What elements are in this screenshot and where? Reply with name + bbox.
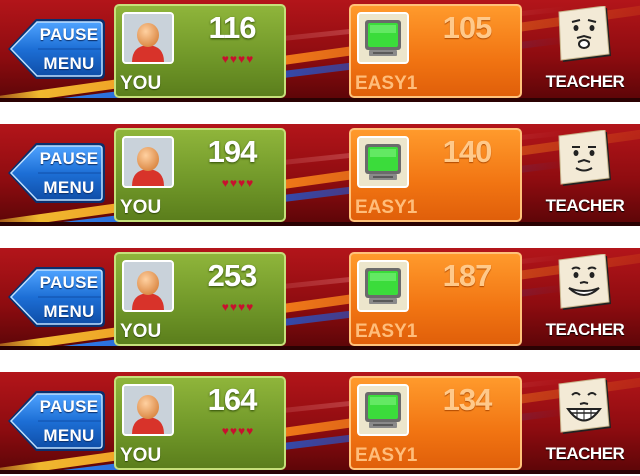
- player-name: YOU: [120, 197, 162, 218]
- opponent-name: EASY1: [355, 197, 418, 218]
- teacher-indicator: TEACHER: [545, 124, 625, 224]
- teacher-label: TEACHER: [545, 72, 625, 91]
- game-hud: PAUSE MENU 164 ♥♥♥♥ YOU 134 EASY1 TEACHE…: [0, 372, 640, 474]
- paper-face-icon: [558, 254, 611, 310]
- heart-icon: ♥: [221, 300, 230, 314]
- teacher-indicator: TEACHER: [545, 248, 625, 348]
- heart-icon: ♥: [229, 176, 238, 190]
- opponent-name: EASY1: [355, 321, 418, 342]
- opponent-score-panel: 187 EASY1: [349, 252, 522, 346]
- player-avatar: [122, 384, 174, 436]
- player-avatar: [122, 260, 174, 312]
- player-score-panel: 253 ♥♥♥♥ YOU: [114, 252, 286, 346]
- lives-hearts: ♥♥♥♥: [208, 176, 268, 190]
- opponent-avatar: [357, 384, 409, 436]
- pause-label: PAUSE: [39, 149, 99, 168]
- pause-label: PAUSE: [39, 397, 99, 416]
- game-hud: PAUSE MENU 194 ♥♥♥♥ YOU 140 EASY1 TEACHE…: [0, 124, 640, 226]
- paper-face-icon: [558, 6, 611, 62]
- heart-icon: ♥: [221, 176, 230, 190]
- computer-monitor-icon: [359, 262, 407, 310]
- player-score: 194: [207, 134, 258, 169]
- opponent-score-panel: 134 EASY1: [349, 376, 522, 470]
- person-avatar-icon: [124, 138, 172, 186]
- game-hud: PAUSE MENU 253 ♥♥♥♥ YOU 187 EASY1 TEACHE…: [0, 248, 640, 350]
- heart-icon: ♥: [238, 176, 247, 190]
- opponent-score: 140: [442, 134, 493, 169]
- pause-menu-button[interactable]: PAUSE MENU: [6, 140, 106, 206]
- opponent-avatar: [357, 12, 409, 64]
- heart-icon: ♥: [229, 300, 238, 314]
- computer-monitor-icon: [359, 138, 407, 186]
- player-score-panel: 116 ♥♥♥♥ YOU: [114, 4, 286, 98]
- player-score: 164: [207, 382, 258, 417]
- player-name: YOU: [120, 321, 162, 342]
- opponent-name: EASY1: [355, 445, 418, 466]
- lives-hearts: ♥♥♥♥: [208, 300, 268, 314]
- lives-hearts: ♥♥♥♥: [208, 52, 268, 66]
- heart-icon: ♥: [221, 52, 230, 66]
- player-avatar: [122, 136, 174, 188]
- heart-icon: ♥: [246, 424, 255, 438]
- hud-bottom-edge: [0, 222, 640, 226]
- heart-icon: ♥: [221, 424, 230, 438]
- player-score-panel: 164 ♥♥♥♥ YOU: [114, 376, 286, 470]
- computer-monitor-icon: [359, 14, 407, 62]
- hud-bottom-edge: [0, 470, 640, 474]
- heart-icon: ♥: [246, 176, 255, 190]
- pause-label: PAUSE: [39, 273, 99, 292]
- lives-hearts: ♥♥♥♥: [208, 424, 268, 438]
- teacher-indicator: TEACHER: [545, 372, 625, 472]
- player-avatar: [122, 12, 174, 64]
- opponent-avatar: [357, 260, 409, 312]
- person-avatar-icon: [124, 262, 172, 310]
- pause-menu-button[interactable]: PAUSE MENU: [6, 264, 106, 330]
- hud-bottom-edge: [0, 346, 640, 350]
- person-avatar-icon: [124, 14, 172, 62]
- menu-label: MENU: [43, 54, 95, 73]
- computer-monitor-icon: [359, 386, 407, 434]
- pause-label: PAUSE: [39, 25, 99, 44]
- heart-icon: ♥: [229, 52, 238, 66]
- paper-face-icon: [558, 130, 611, 186]
- heart-icon: ♥: [238, 424, 247, 438]
- teacher-label: TEACHER: [545, 444, 625, 463]
- player-score: 116: [208, 10, 256, 45]
- opponent-score: 134: [442, 382, 493, 417]
- teacher-label: TEACHER: [545, 320, 625, 339]
- person-avatar-icon: [124, 386, 172, 434]
- game-hud: PAUSE MENU 116 ♥♥♥♥ YOU 105 EASY1 TEACHE…: [0, 0, 640, 102]
- heart-icon: ♥: [238, 300, 247, 314]
- paper-face-icon: [558, 378, 611, 434]
- heart-icon: ♥: [229, 424, 238, 438]
- heart-icon: ♥: [238, 52, 247, 66]
- opponent-avatar: [357, 136, 409, 188]
- teacher-label: TEACHER: [545, 196, 625, 215]
- hud-bottom-edge: [0, 98, 640, 102]
- player-score: 253: [207, 258, 258, 293]
- opponent-score-panel: 140 EASY1: [349, 128, 522, 222]
- heart-icon: ♥: [246, 300, 255, 314]
- opponent-score-panel: 105 EASY1: [349, 4, 522, 98]
- opponent-score: 187: [442, 258, 493, 293]
- pause-menu-button[interactable]: PAUSE MENU: [6, 388, 106, 454]
- menu-label: MENU: [43, 178, 95, 197]
- player-score-panel: 194 ♥♥♥♥ YOU: [114, 128, 286, 222]
- player-name: YOU: [120, 73, 162, 94]
- menu-label: MENU: [43, 302, 95, 321]
- menu-label: MENU: [43, 426, 95, 445]
- opponent-name: EASY1: [355, 73, 418, 94]
- heart-icon: ♥: [246, 52, 255, 66]
- opponent-score: 105: [442, 10, 493, 45]
- teacher-indicator: TEACHER: [545, 0, 625, 100]
- player-name: YOU: [120, 445, 162, 466]
- pause-menu-button[interactable]: PAUSE MENU: [6, 16, 106, 82]
